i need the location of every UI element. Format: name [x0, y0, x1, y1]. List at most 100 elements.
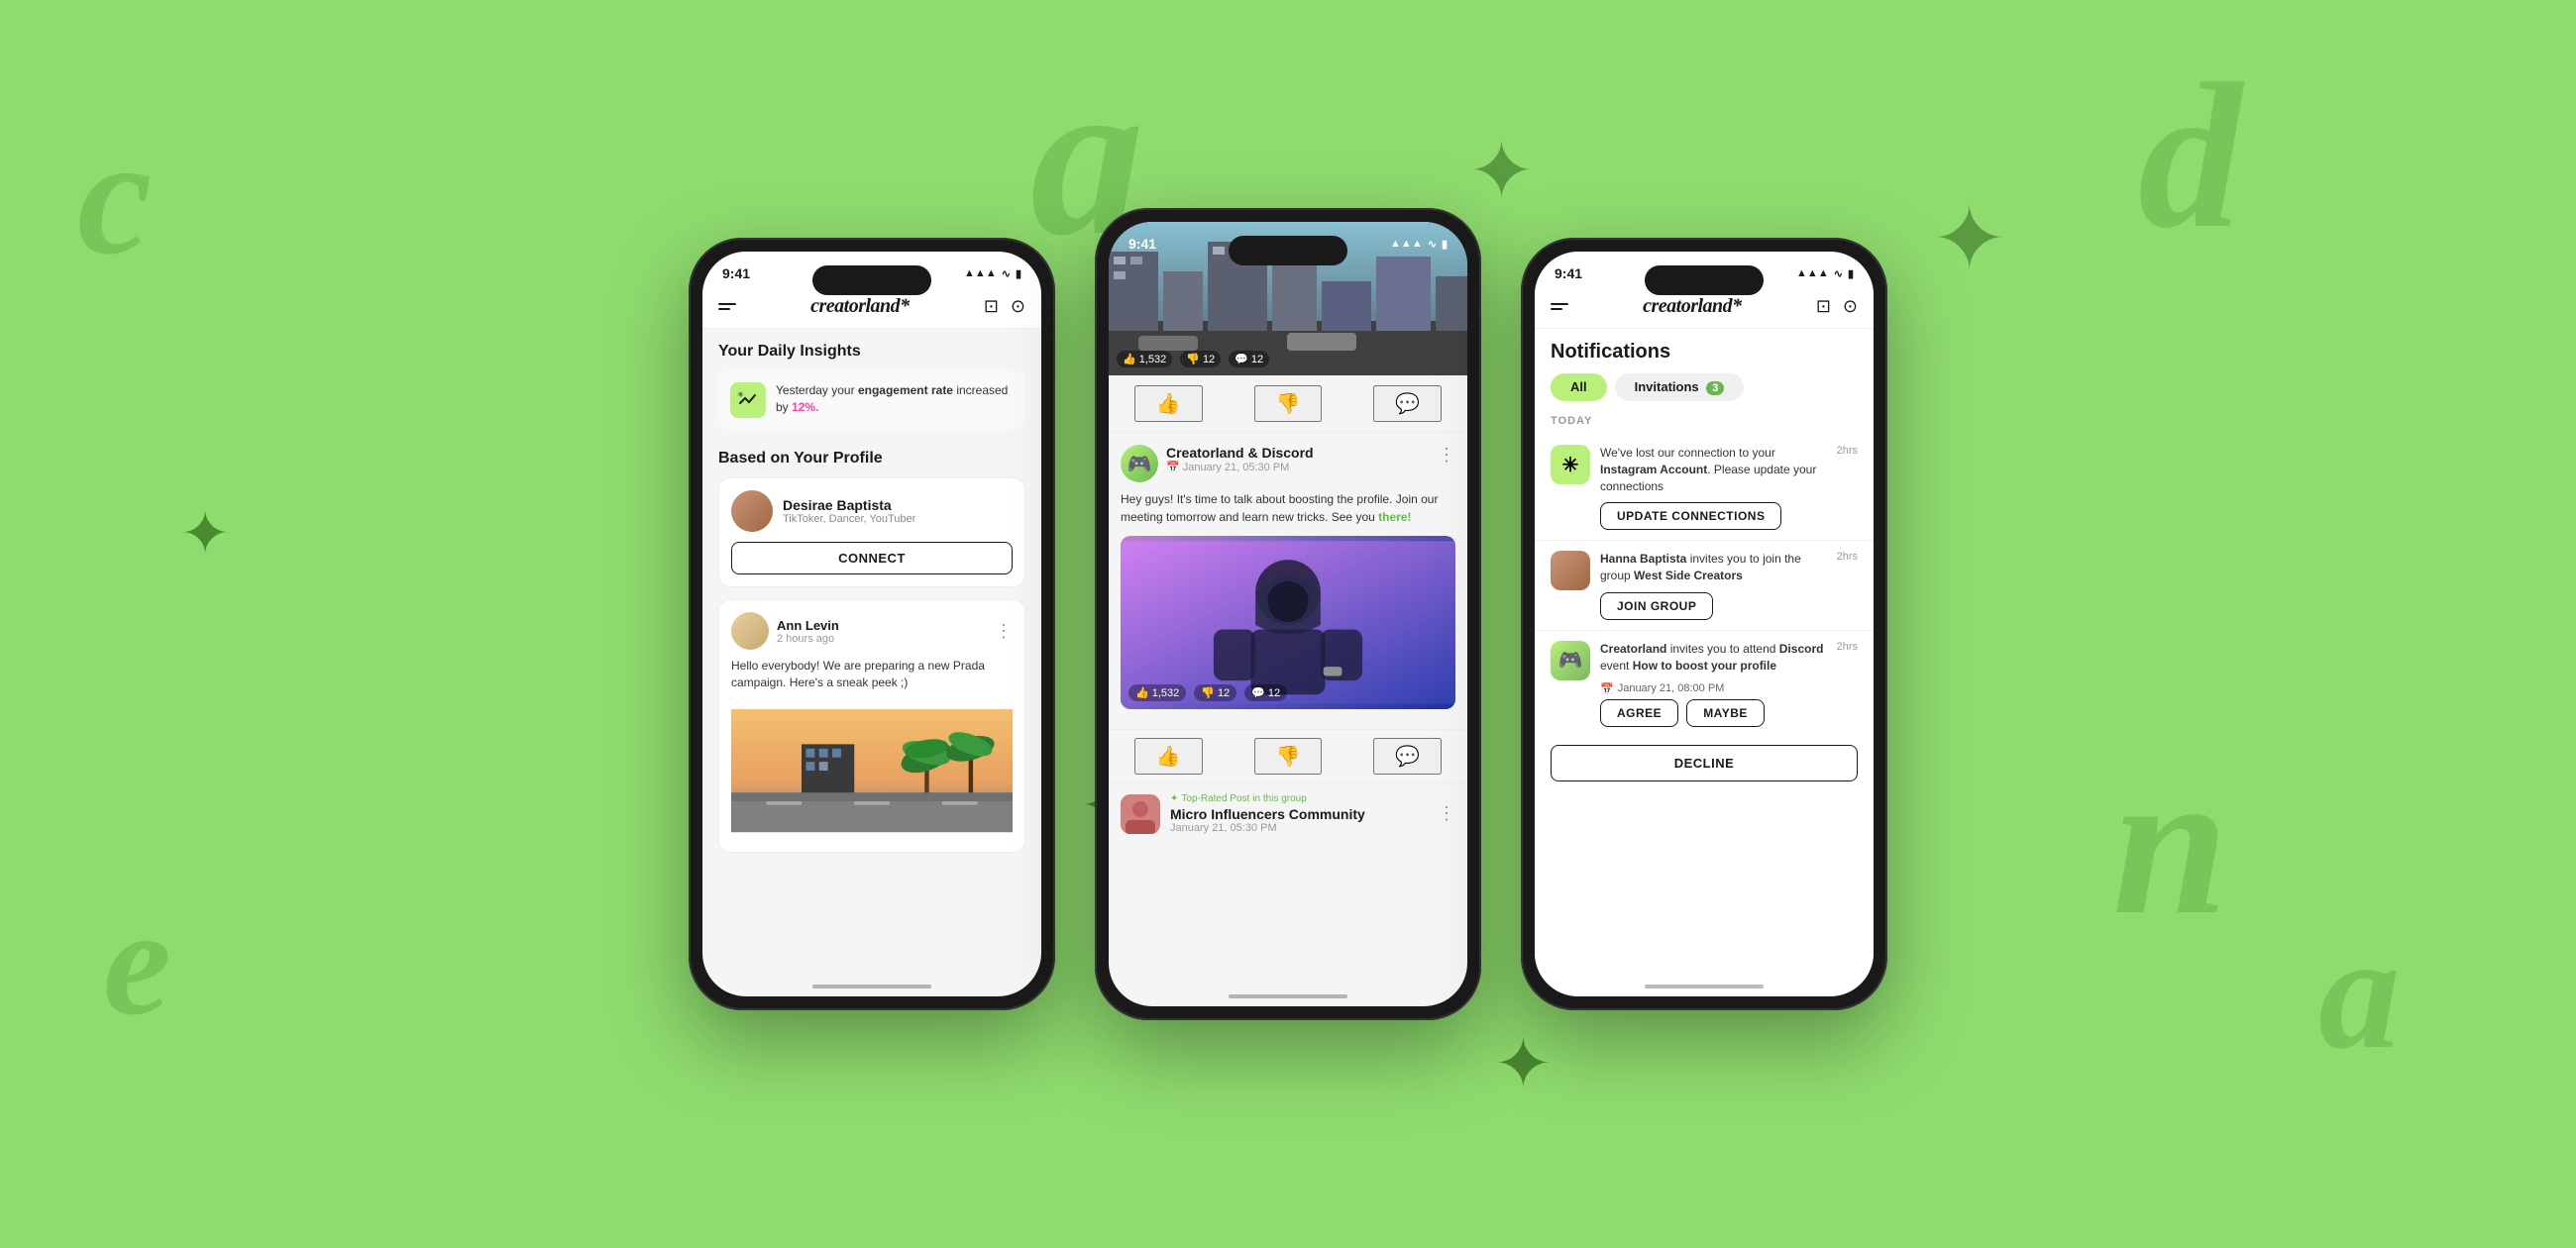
ann-user-info: Ann Levin 2 hours ago [777, 618, 987, 645]
notif-discord-event: 🎮 Creatorland invites you to attend Disc… [1535, 631, 1874, 737]
notif-3-date: January 21, 08:00 PM [1618, 682, 1725, 694]
notif-2-text: Hanna Baptista invites you to join the g… [1600, 551, 1827, 584]
notif-2-time: 2hrs [1837, 551, 1858, 563]
phone-1: 9:41 ▲▲▲ ∿ ▮ creatorland* ⊡ ⊙ [689, 238, 1055, 1010]
menu-line-2 [718, 308, 730, 310]
signal-icon: ▲▲▲ [964, 267, 997, 279]
update-connections-button[interactable]: UPDATE CONNECTIONS [1600, 502, 1781, 530]
dislikes-icon: 👎 [1186, 353, 1200, 365]
agree-button[interactable]: AGREE [1600, 699, 1678, 727]
ann-post-text: Hello everybody! We are preparing a new … [731, 658, 1013, 691]
top-rated-in: in this group [1252, 793, 1306, 804]
ann-post-header: Ann Levin 2 hours ago ⋮ [731, 612, 1013, 650]
menu-button-3[interactable] [1551, 303, 1568, 310]
insight-prefix: Yesterday your [776, 383, 858, 397]
phone-3-header-icons: ⊡ ⊙ [1816, 296, 1858, 317]
phone-1-dynamic-island [812, 265, 931, 295]
bookmark-icon-1[interactable]: ⊡ [984, 296, 999, 317]
wifi-icon-2: ∿ [1428, 238, 1437, 251]
search-icon-1[interactable]: ⊙ [1011, 296, 1025, 317]
ann-avatar [731, 612, 769, 650]
feed-post-info: Creatorland & Discord 📅 January 21, 05:3… [1166, 445, 1430, 473]
feed-image-stats: 👍 1,532 👎 12 💬 12 [1117, 351, 1269, 367]
decline-button[interactable]: DECLINE [1551, 745, 1858, 781]
notification-tabs: All Invitations 3 [1535, 373, 1874, 413]
daily-insights-title: Your Daily Insights [702, 329, 1041, 370]
notif-3-text: Creatorland invites you to attend Discor… [1600, 641, 1827, 675]
comment-button-bottom[interactable]: 💬 [1373, 738, 1442, 775]
insight-bold: engagement rate [858, 383, 953, 397]
bookmark-icon-3[interactable]: ⊡ [1816, 296, 1831, 317]
dislike-button-bottom[interactable]: 👎 [1254, 738, 1323, 775]
like-button-top[interactable]: 👍 [1134, 385, 1203, 422]
desirae-name: Desirae Baptista [783, 497, 1013, 513]
phone-1-screen: 9:41 ▲▲▲ ∿ ▮ creatorland* ⊡ ⊙ [702, 252, 1041, 996]
phone-1-home-indicator [812, 985, 931, 988]
post-menu-icon[interactable]: ⋮ [1438, 445, 1455, 466]
feed-stat-comments: 💬 12 [1229, 351, 1269, 367]
phone-2-dynamic-island [1229, 236, 1347, 265]
feed-post-header: 🎮 Creatorland & Discord 📅 January 21, 05… [1121, 445, 1455, 482]
calendar-icon: 📅 [1166, 461, 1180, 473]
asterisk-icon: ✳ [1562, 453, 1579, 477]
feed-post-image-wrapper: 👍 1,532 👎 12 💬 12 [1121, 536, 1455, 709]
tab-all[interactable]: All [1551, 373, 1607, 401]
notif-1-time: 2hrs [1837, 445, 1858, 457]
top-rated-date: January 21, 05:30 PM [1170, 822, 1428, 834]
search-icon-3[interactable]: ⊙ [1843, 296, 1858, 317]
svg-text:✳: ✳ [737, 390, 744, 399]
phone-1-time: 9:41 [722, 265, 750, 281]
hoodie-image [1121, 536, 1455, 709]
notif-3-avatar: 🎮 [1551, 641, 1590, 680]
top-rated-avatar [1121, 794, 1160, 834]
insight-text: Yesterday your engagement rate increased… [776, 382, 1014, 416]
phone-3-logo: creatorland* [1643, 295, 1742, 318]
phone-1-content: Your Daily Insights ✳ Yesterday your eng… [702, 329, 1041, 863]
today-label: TODAY [1535, 413, 1874, 435]
desirae-profile-card: Desirae Baptista TikToker, Dancer, YouTu… [718, 477, 1025, 587]
hoodie-comments: 💬 12 [1244, 684, 1287, 701]
phone-1-status-icons: ▲▲▲ ∿ ▮ [964, 267, 1021, 280]
insight-card: ✳ Yesterday your engagement rate increas… [718, 370, 1025, 430]
insight-icon: ✳ [730, 382, 766, 418]
dislike-button-top[interactable]: 👎 [1254, 385, 1323, 422]
ann-name: Ann Levin [777, 618, 987, 633]
phone-3-dynamic-island [1645, 265, 1764, 295]
battery-icon-3: ▮ [1848, 267, 1854, 280]
top-rated-name: Micro Influencers Community [1170, 806, 1428, 822]
tab-invitations[interactable]: Invitations 3 [1615, 373, 1745, 401]
likes-icon: 👍 [1123, 353, 1136, 365]
feed-stat-dislikes: 👎 12 [1180, 351, 1221, 367]
feed-post-channel: Creatorland & Discord [1166, 445, 1430, 461]
wifi-icon: ∿ [1002, 267, 1011, 280]
battery-icon: ▮ [1016, 267, 1021, 280]
join-group-button[interactable]: JOIN GROUP [1600, 592, 1713, 620]
menu-line-1 [718, 303, 736, 305]
invitations-badge: 3 [1706, 381, 1724, 395]
phone-2-time: 9:41 [1128, 236, 1156, 252]
feed-post-date: 📅 January 21, 05:30 PM [1166, 461, 1430, 473]
calendar-icon-3: 📅 [1600, 682, 1614, 695]
top-rated-menu[interactable]: ⋮ [1438, 803, 1455, 824]
hoodie-likes: 👍 1,532 [1128, 684, 1186, 701]
signal-icon-3: ▲▲▲ [1796, 267, 1829, 279]
feed-post-text: Hey guys! It's time to talk about boosti… [1121, 490, 1455, 526]
notif-hanna: Hanna Baptista invites you to join the g… [1535, 541, 1874, 631]
connect-button[interactable]: CONNECT [731, 542, 1013, 574]
menu-line-3-2 [1551, 308, 1562, 310]
notif-3-actions: AGREE MAYBE [1600, 699, 1827, 727]
ann-time: 2 hours ago [777, 633, 987, 645]
phone-2-home-indicator [1229, 994, 1347, 998]
phone-3-screen: 9:41 ▲▲▲ ∿ ▮ creatorland* ⊡ ⊙ [1535, 252, 1874, 996]
notif-1-content: We've lost our connection to your Instag… [1600, 445, 1827, 530]
notif-instagram: ✳ We've lost our connection to your Inst… [1535, 435, 1874, 541]
like-button-bottom[interactable]: 👍 [1134, 738, 1203, 775]
menu-button-1[interactable] [718, 303, 736, 310]
ann-post-menu[interactable]: ⋮ [995, 621, 1013, 642]
phone-2: 9:41 ▲▲▲ ∿ ▮ [1095, 208, 1481, 1020]
wifi-icon-3: ∿ [1834, 267, 1843, 280]
maybe-button[interactable]: MAYBE [1686, 699, 1765, 727]
feed-stat-likes: 👍 1,532 [1117, 351, 1172, 367]
notif-3-date-line: 📅 January 21, 08:00 PM [1600, 682, 1827, 695]
comment-button-top[interactable]: 💬 [1373, 385, 1442, 422]
